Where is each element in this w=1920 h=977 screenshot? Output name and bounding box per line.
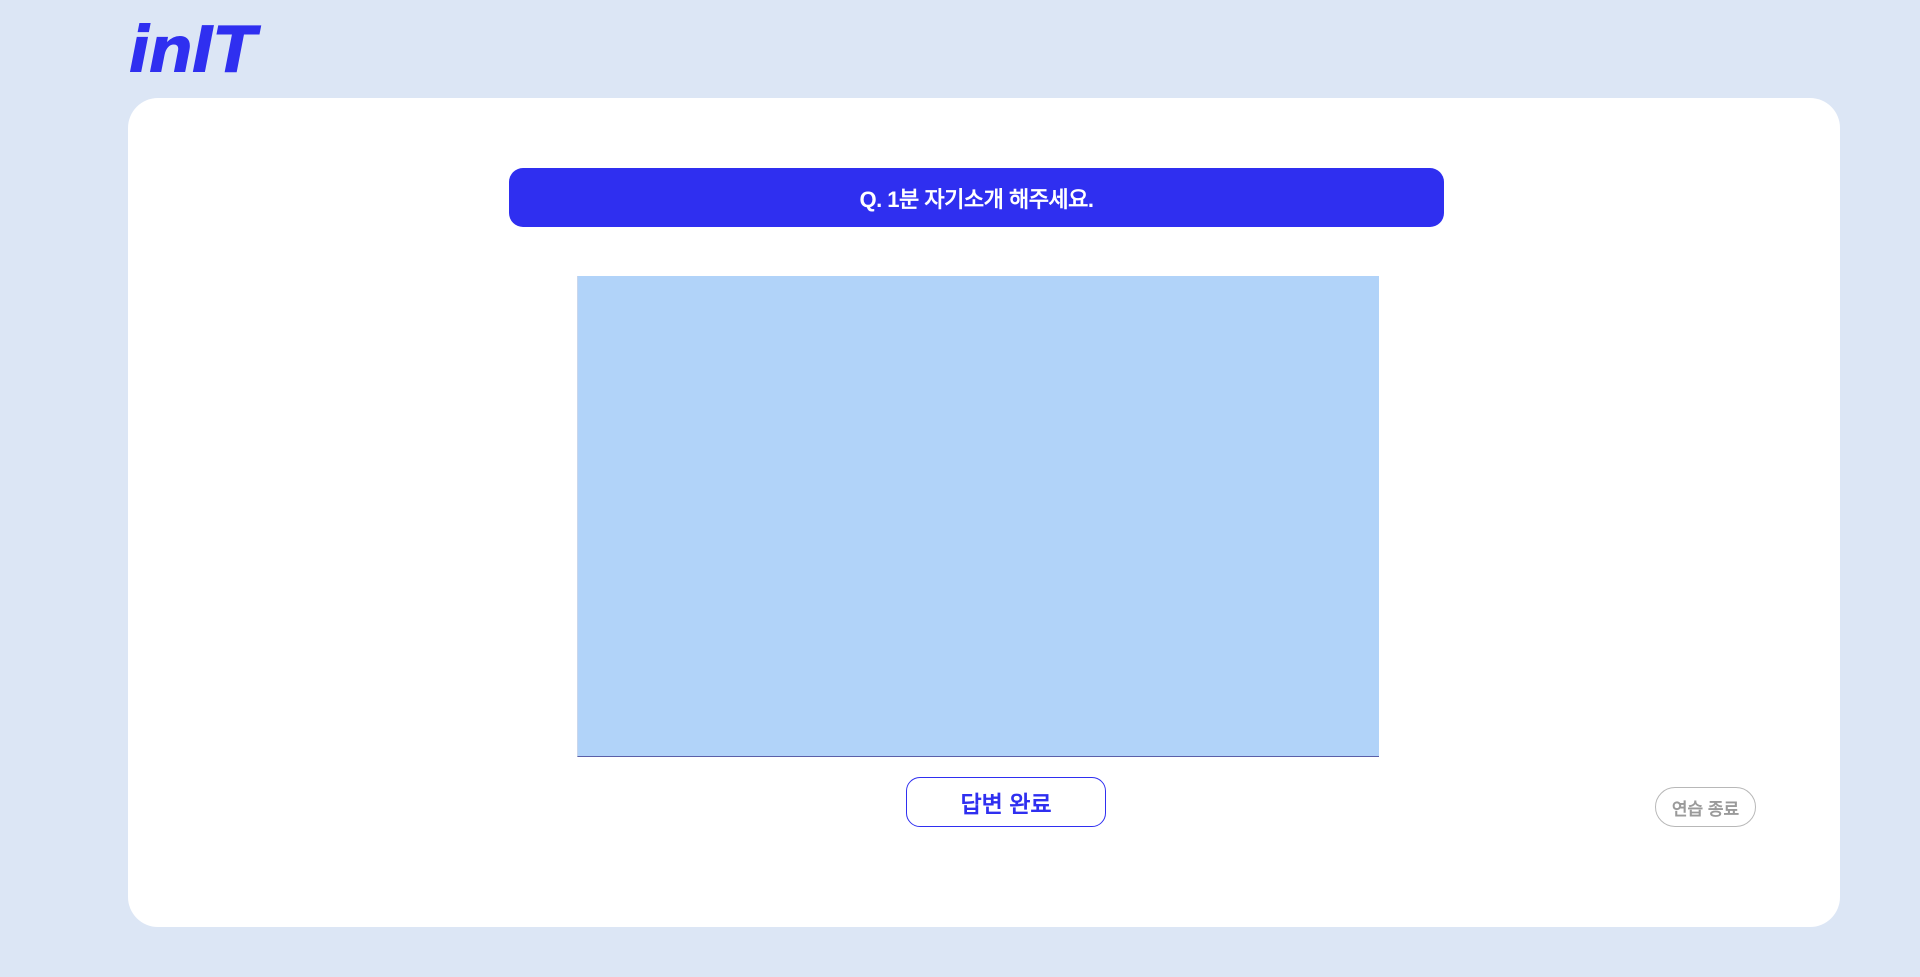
question-banner: Q. 1분 자기소개 해주세요. [509, 168, 1444, 227]
camera-preview [577, 276, 1379, 757]
interview-card: Q. 1분 자기소개 해주세요. 답변 완료 연습 종료 [128, 98, 1840, 927]
app-logo[interactable]: inIT [128, 16, 257, 86]
answer-complete-button[interactable]: 답변 완료 [906, 777, 1106, 827]
end-practice-button[interactable]: 연습 종료 [1655, 787, 1756, 827]
question-text: Q. 1분 자기소개 해주세요. [859, 186, 1094, 212]
